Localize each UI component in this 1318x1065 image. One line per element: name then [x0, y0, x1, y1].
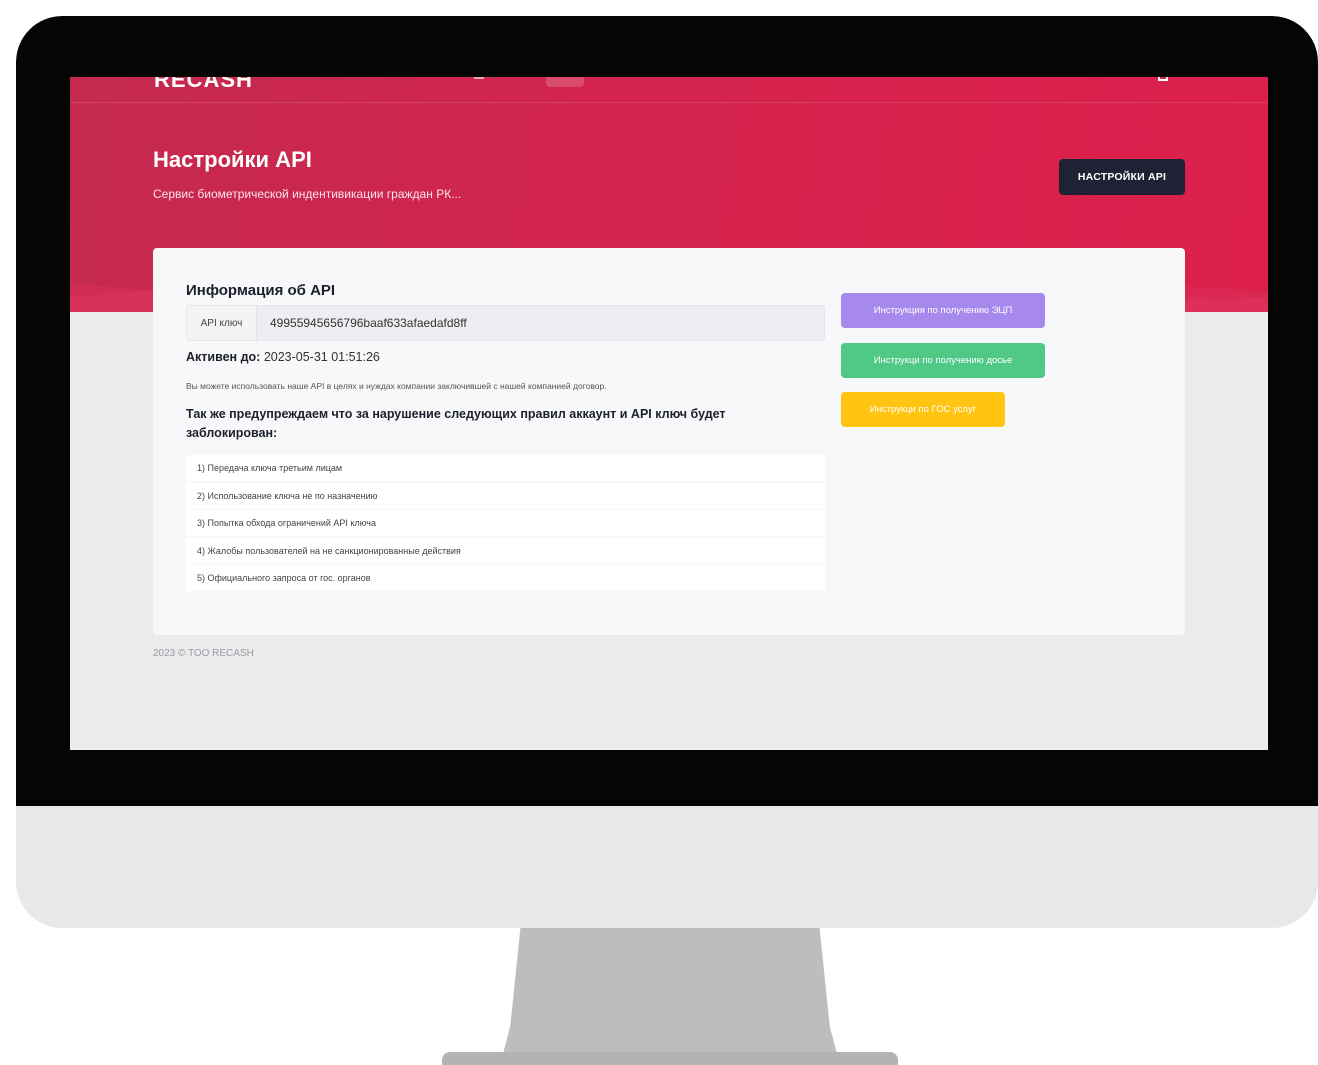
card-title: Информация об API [186, 282, 336, 299]
usage-note: Вы можете использовать наше API в целях … [186, 381, 607, 391]
api-key-group: API ключ 49955945656796baaf633afaedafd8f… [186, 305, 825, 341]
page-title: Настройки API [153, 147, 312, 172]
warning-text: Так же предупреждаем что за нарушение сл… [186, 407, 726, 440]
api-key-field[interactable]: 49955945656796baaf633afaedafd8ff [257, 306, 824, 340]
screen: RECASH Настройки API Сервис биометрическ… [70, 77, 1268, 750]
gov-services-instruction-button[interactable]: Инструкци по ГОС услуг [841, 392, 1005, 427]
user-menu-icon[interactable] [1158, 77, 1168, 81]
page-subtitle: Сервис биометрической индентивикации гра… [153, 187, 462, 201]
monitor-stand-base [442, 1052, 898, 1065]
rules-list: 1) Передача ключа третьим лицам 2) Испол… [186, 455, 825, 593]
nav-indicator-icon [474, 77, 484, 79]
logo[interactable]: RECASH [154, 77, 253, 93]
active-until-value: 2023-05-31 01:51:26 [263, 350, 380, 364]
list-item: 1) Передача ключа третьим лицам [186, 455, 825, 481]
list-item: 4) Жалобы пользователей на не санкционир… [186, 537, 825, 564]
active-until-label: Активен до: [186, 350, 261, 364]
ecp-instruction-button[interactable]: Инструкция по получению ЭЦП [841, 293, 1045, 328]
api-info-card: Информация об API API ключ 4995594565679… [153, 248, 1185, 635]
top-navbar: RECASH [70, 77, 1268, 103]
footer-copyright: 2023 © ТОО RECASH [153, 648, 254, 659]
list-item: 2) Использование ключа не по назначению [186, 482, 825, 509]
dossier-instruction-button[interactable]: Инструкци по получению досье [841, 343, 1045, 378]
api-key-label: API ключ [187, 306, 257, 340]
active-until: Активен до: 2023-05-31 01:51:26 [186, 350, 380, 364]
list-item: 5) Официального запроса от гос. органов [186, 565, 825, 591]
monitor-scene: RECASH Настройки API Сервис биометрическ… [0, 0, 1318, 1065]
nav-pill-button[interactable] [546, 77, 584, 87]
api-settings-button[interactable]: НАСТРОЙКИ API [1059, 159, 1185, 195]
list-item: 3) Попытка обхода ограничений API ключа [186, 510, 825, 536]
monitor-stand-neck [500, 928, 840, 1065]
